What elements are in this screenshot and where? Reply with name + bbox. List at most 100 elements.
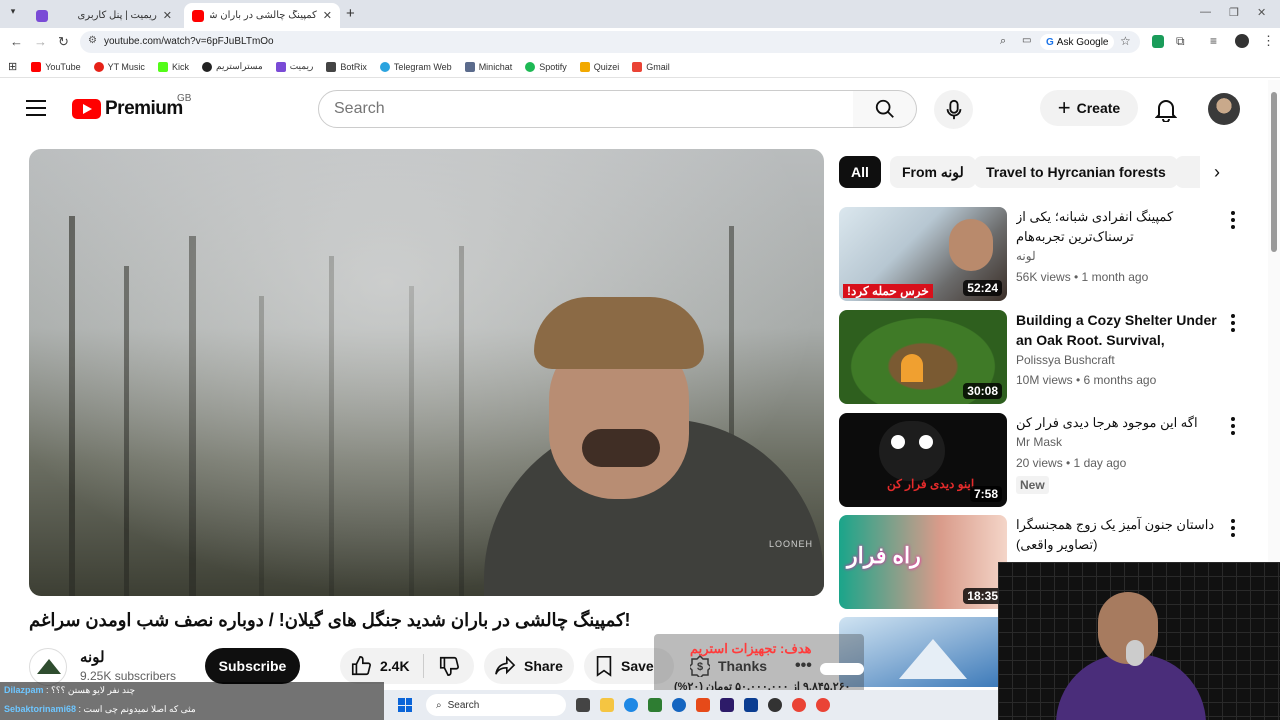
yt-music-icon <box>93 61 104 72</box>
video-meta: 56K views • 1 month ago <box>1016 270 1149 284</box>
channel-avatar[interactable] <box>29 648 67 686</box>
forward-icon[interactable]: → <box>34 34 47 49</box>
bookmark-remit[interactable]: ریمیت <box>275 61 313 72</box>
search-button[interactable] <box>853 90 917 128</box>
restore-icon[interactable]: ❐ <box>1229 6 1239 19</box>
close-tab-icon[interactable]: ✕ <box>323 9 332 22</box>
task-view-icon[interactable] <box>576 698 590 712</box>
subscribe-button[interactable]: Subscribe <box>205 648 300 684</box>
bookmark-quizei[interactable]: Quizei <box>579 61 619 72</box>
chrome-icon[interactable] <box>792 698 806 712</box>
browser-toolbar: ← → ↻ ⚙ youtube.com/watch?v=6pFJuBLTmOo … <box>0 28 1280 56</box>
chips-next-button[interactable]: › <box>1200 156 1234 188</box>
premiere-icon[interactable] <box>720 698 734 712</box>
video-thumbnail[interactable]: خرس حمله کرد! 52:24 <box>839 207 1007 301</box>
bookmark-masterstream[interactable]: مستراستریم <box>201 61 263 72</box>
voice-search-button[interactable] <box>934 90 973 129</box>
site-info-icon[interactable]: ⚙ <box>88 35 97 46</box>
kick-icon <box>157 61 168 72</box>
create-button[interactable]: + Create <box>1040 90 1138 126</box>
file-explorer-icon[interactable] <box>600 698 614 712</box>
video-thumbnail[interactable]: راه فرار 18:35 <box>839 515 1007 609</box>
profile-icon[interactable] <box>1235 34 1249 48</box>
scrollbar-thumb[interactable] <box>1271 92 1277 252</box>
video-duration: 52:24 <box>963 280 1002 296</box>
bookmark-gmail[interactable]: Gmail <box>632 61 670 72</box>
chrome-icon[interactable] <box>816 698 830 712</box>
ask-google-button[interactable]: G Ask Google <box>1040 34 1115 50</box>
zoom-icon[interactable]: ⌕ <box>1000 35 1006 48</box>
extension-shield-icon[interactable] <box>1152 35 1164 48</box>
more-actions-icon[interactable] <box>1225 312 1241 334</box>
related-filter-chips: All From لونه Travel to Hyrcanian forest… <box>839 156 1229 188</box>
chip-all[interactable]: All <box>839 156 881 188</box>
browser-menu-icon[interactable]: ⋮ <box>1262 33 1275 49</box>
like-button[interactable]: 2.4K <box>340 654 424 678</box>
recommended-video[interactable]: 30:08 Building a Cozy Shelter Under an O… <box>839 310 1249 406</box>
close-window-icon[interactable]: ✕ <box>1257 6 1266 19</box>
minimize-icon[interactable]: — <box>1200 6 1211 18</box>
recommended-video[interactable]: اینو دیدی فرار کن 7:58 اگه این موجود هرج… <box>839 413 1249 509</box>
like-dislike-group: 2.4K <box>340 648 474 684</box>
tab-search-icon[interactable]: ▾ <box>6 6 20 20</box>
bookmark-youtube[interactable]: YouTube <box>31 61 81 72</box>
ask-google-label: Ask Google <box>1056 36 1109 48</box>
bookmark-telegram[interactable]: Telegram Web <box>379 61 452 72</box>
youtube-masthead: Premium GB + Create <box>0 80 1268 138</box>
browser-tab[interactable]: ریمیت | پنل کاربری ✕ <box>28 3 180 28</box>
microphone-icon <box>946 99 961 119</box>
bookmark-botrix[interactable]: BotRix <box>326 61 367 72</box>
video-title[interactable]: Building a Cozy Shelter Under an Oak Roo… <box>1016 310 1226 350</box>
app-icon[interactable] <box>696 698 710 712</box>
video-player[interactable]: LOONEH <box>29 149 824 596</box>
chip-travel-hyrcanian[interactable]: Travel to Hyrcanian forests <box>974 156 1178 188</box>
video-thumbnail[interactable]: 30:08 <box>839 310 1007 404</box>
youtube-premium-logo[interactable]: Premium GB <box>72 93 191 120</box>
channel-watermark[interactable]: LOONEH <box>769 539 813 549</box>
more-actions-icon[interactable] <box>1225 517 1241 539</box>
photoshop-icon[interactable] <box>744 698 758 712</box>
guide-menu-icon[interactable] <box>26 100 46 116</box>
reload-icon[interactable]: ↻ <box>58 34 69 50</box>
back-icon[interactable]: ← <box>10 34 23 49</box>
new-tab-button[interactable]: + <box>346 5 355 22</box>
bookmark-minichat[interactable]: Minichat <box>464 61 512 72</box>
obs-icon[interactable] <box>768 698 782 712</box>
url-text: youtube.com/watch?v=6pFJuBLTmOo <box>104 36 274 47</box>
close-tab-icon[interactable]: ✕ <box>163 9 172 22</box>
bookmark-yt-music[interactable]: YT Music <box>93 61 145 72</box>
channel-name[interactable]: Mr Mask <box>1016 435 1062 449</box>
app-icon[interactable] <box>672 698 686 712</box>
search-input[interactable] <box>319 91 853 127</box>
apps-grid-icon[interactable]: ⊞ <box>8 60 17 73</box>
store-icon[interactable] <box>648 698 662 712</box>
chip-from-channel[interactable]: From لونه <box>890 156 976 188</box>
channel-name[interactable]: Polissya Bushcraft <box>1016 353 1115 367</box>
bookmark-kick[interactable]: Kick <box>157 61 189 72</box>
windows-start-icon[interactable] <box>398 698 412 712</box>
bookmark-spotify[interactable]: Spotify <box>525 61 567 72</box>
channel-name[interactable]: لونه <box>80 648 105 666</box>
address-bar[interactable]: ⚙ youtube.com/watch?v=6pFJuBLTmOo ⌕ ▭ G … <box>80 31 1140 53</box>
share-button[interactable]: Share <box>484 648 574 684</box>
thumbnail-fire <box>901 354 923 382</box>
account-avatar[interactable] <box>1208 93 1240 125</box>
edge-icon[interactable] <box>624 698 638 712</box>
extensions-icon[interactable]: ⧉ <box>1176 34 1185 49</box>
recommended-video[interactable]: خرس حمله کرد! 52:24 کمپینگ انفرادی شبانه… <box>839 207 1249 303</box>
browser-tab-active[interactable]: کمپینگ چالشی در باران شدید جنگ... ✕ <box>184 3 340 28</box>
more-actions-icon[interactable] <box>1225 209 1241 231</box>
video-title[interactable]: کمپینگ انفرادی شبانه؛ یکی از ترسناک‌ترین… <box>1016 207 1226 247</box>
channel-name[interactable]: لونه <box>1016 249 1036 263</box>
video-title[interactable]: داستان جنون آمیز یک زوج همجنسگرا (تصاویر… <box>1016 515 1226 555</box>
video-title[interactable]: اگه این موجود هرجا دیدی فرار کن <box>1016 413 1226 433</box>
dislike-button[interactable] <box>424 655 474 677</box>
more-actions-icon[interactable] <box>1225 415 1241 437</box>
video-thumbnail[interactable] <box>839 617 1007 687</box>
taskbar-search[interactable]: ⌕ Search <box>426 694 566 716</box>
reading-list-icon[interactable]: ≡ <box>1210 34 1217 48</box>
bookmark-star-icon[interactable]: ☆ <box>1120 34 1131 48</box>
video-thumbnail[interactable]: اینو دیدی فرار کن 7:58 <box>839 413 1007 507</box>
notifications-button[interactable] <box>1154 98 1178 127</box>
cast-icon[interactable]: ▭ <box>1022 35 1031 46</box>
